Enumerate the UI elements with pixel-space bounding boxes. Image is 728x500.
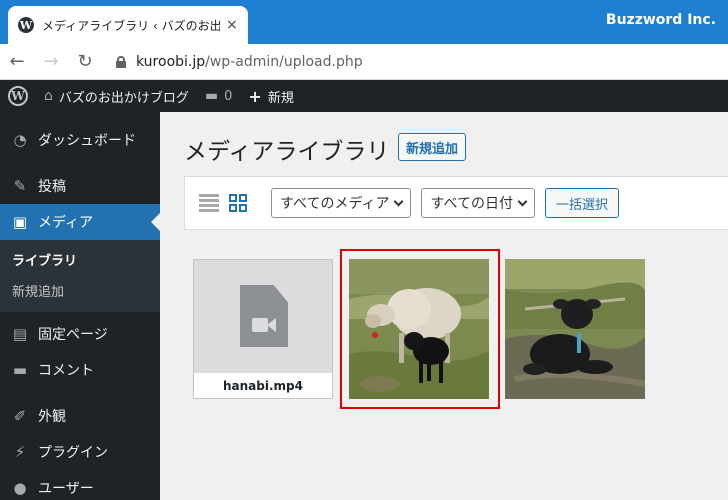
appearance-icon: ✐ [13,407,27,425]
comment-count: 0 [224,88,233,104]
home-icon: ⌂ [44,88,53,104]
browser-titlebar: W メディアライブラリ ‹ バズのお出かけブロ × Buzzword Inc. [0,0,728,44]
sidebar-item-pages[interactable]: ▤ 固定ページ [0,316,160,352]
admin-sidebar: ◔ ダッシュボード ✎ 投稿 ▣ メディア ライブラリ 新規追加 ▤ 固定ページ… [0,112,160,500]
camera-icon [252,318,268,332]
chevron-down-icon [517,196,528,206]
sidebar-item-media[interactable]: ▣ メディア [0,204,160,240]
sidebar-item-plugins[interactable]: ⚡ プラグイン [0,434,160,470]
sidebar-item-label: ユーザー [38,481,94,497]
sidebar-item-label: 固定ページ [38,327,108,343]
site-name: バズのお出かけブログ [58,90,189,106]
url-path: /wp-admin/upload.php [205,53,363,70]
media-type-filter-value: すべてのメディア [280,196,390,212]
brand-label: Buzzword Inc. [605,12,716,28]
address-bar: ← → ↻ kuroobi.jp/wp-admin/upload.php [0,44,728,80]
media-type-filter[interactable]: すべてのメディア [271,188,412,218]
submenu-item-add-new[interactable]: 新規追加 [0,275,160,306]
sidebar-item-comments[interactable]: ▬ コメント [0,352,160,388]
comments-link[interactable]: ▬ 0 [197,80,241,112]
wordpress-logo-icon[interactable]: W [0,80,36,112]
sidebar-item-label: 投稿 [38,179,66,195]
sidebar-item-label: 外観 [38,409,66,425]
date-filter[interactable]: すべての日付 [421,188,535,218]
reload-button[interactable]: ↻ [68,45,102,79]
sidebar-item-appearance[interactable]: ✐ 外観 [0,398,160,434]
attachment-filename: hanabi.mp4 [194,372,332,398]
site-name-link[interactable]: ⌂ バズのお出かけブログ [36,80,197,112]
sidebar-item-users[interactable]: ● ユーザー [0,470,160,500]
lock-icon[interactable] [116,55,126,68]
pin-icon: ✎ [13,177,27,195]
media-toolbar: すべてのメディア すべての日付 一括選択 [184,176,728,230]
wp-admin-bar: W ⌂ バズのお出かけブログ ▬ 0 + 新規 [0,80,728,112]
media-submenu: ライブラリ 新規追加 [0,240,160,312]
date-filter-value: すべての日付 [430,196,513,212]
grid-view-icon[interactable] [229,194,247,212]
attachment-image-lamb[interactable] [505,259,646,399]
bulk-select-button[interactable]: 一括選択 [544,188,619,218]
sidebar-item-dashboard[interactable]: ◔ ダッシュボード [0,122,160,158]
main-content: メディアライブラリ 新規追加 すべてのメディア すべての日付 一括選択 hana… [160,112,728,500]
submenu-item-library[interactable]: ライブラリ [0,244,160,275]
comment-bubble-icon: ▬ [204,88,219,104]
sidebar-item-label: コメント [38,363,94,379]
sidebar-item-label: ダッシュボード [38,133,136,149]
sidebar-item-label: プラグイン [38,445,108,461]
video-file-icon [240,285,288,347]
page-icon: ▤ [12,325,28,343]
media-icon: ▣ [12,213,28,231]
plugin-icon: ⚡ [14,443,26,461]
wordpress-favicon-icon: W [18,17,34,33]
forward-button[interactable]: → [34,45,68,79]
browser-tab[interactable]: W メディアライブラリ ‹ バズのお出かけブロ × [8,6,248,44]
tab-close-icon[interactable]: × [226,17,238,33]
sheep-photo [349,259,489,399]
comment-icon: ▬ [12,361,28,379]
chevron-down-icon [394,196,404,206]
url-field[interactable]: kuroobi.jp/wp-admin/upload.php [136,54,363,70]
add-new-button[interactable]: 新規追加 [398,133,467,161]
dashboard-icon: ◔ [13,131,27,149]
new-content-link[interactable]: + 新規 [240,80,301,112]
camera-lens-icon [267,318,276,332]
attachment-image-sheep[interactable] [349,259,489,399]
new-label: 新規 [267,90,294,106]
tab-title: メディアライブラリ ‹ バズのお出かけブロ [42,18,220,33]
url-host: kuroobi.jp [136,53,206,70]
sidebar-item-label: メディア [38,215,94,231]
page-title: メディアライブラリ [184,139,390,165]
list-view-icon[interactable] [199,194,219,212]
plus-icon: + [248,86,262,106]
attachment-video[interactable]: hanabi.mp4 [193,259,333,399]
user-icon: ● [13,479,27,497]
back-button[interactable]: ← [0,45,34,79]
sidebar-item-posts[interactable]: ✎ 投稿 [0,168,160,204]
lamb-photo [505,259,646,399]
